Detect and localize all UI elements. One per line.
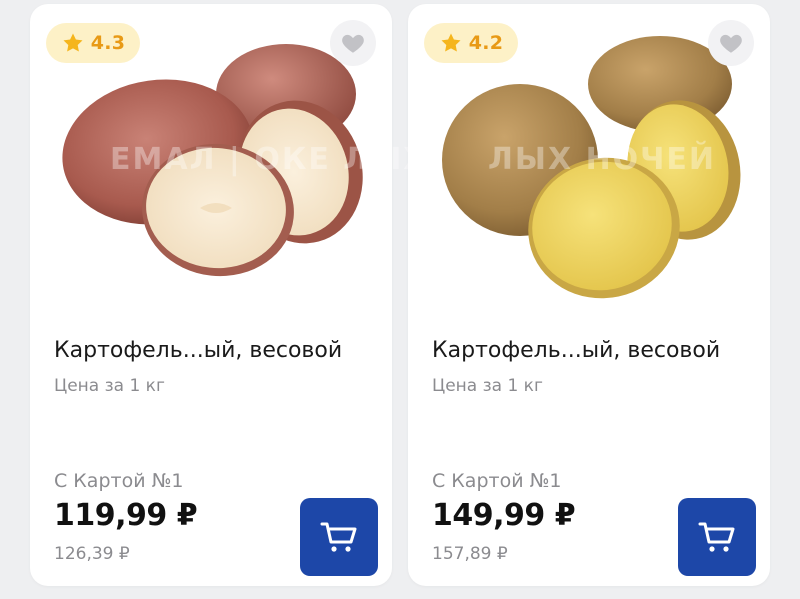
- rating-badge: 4.2: [424, 23, 518, 63]
- star-icon: [441, 33, 461, 52]
- cart-icon: [698, 522, 735, 552]
- loyalty-card-label: С Картой №1: [54, 470, 184, 492]
- product-image-yellow-potatoes[interactable]: [428, 32, 750, 312]
- product-title[interactable]: Картофель...ый, весовой: [432, 338, 752, 363]
- regular-price: 157,89 ₽: [432, 544, 508, 564]
- regular-price: 126,39 ₽: [54, 544, 130, 564]
- add-to-cart-button[interactable]: [678, 498, 756, 576]
- product-card[interactable]: ЛЫХ НОЧЕЙ 4.2 Картофель...ый, весовой Це…: [408, 4, 770, 586]
- price-unit: Цена за 1 кг: [54, 376, 165, 396]
- heart-icon: [720, 34, 742, 53]
- star-icon: [63, 33, 83, 52]
- product-image-red-potatoes[interactable]: [50, 32, 372, 312]
- product-card[interactable]: ЕМАЛ | ОКЕ ЛЫХ НОЧЕЙ 4.3 Картофель...ый,…: [30, 4, 569, 586]
- loyalty-card-label: С Картой №1: [432, 470, 562, 492]
- rating-badge: 4.3: [46, 23, 140, 63]
- cart-icon: [320, 522, 357, 552]
- favorite-button[interactable]: [330, 20, 376, 66]
- product-title[interactable]: Картофель...ый, весовой: [54, 338, 374, 363]
- card-price: 149,99 ₽: [432, 498, 576, 533]
- favorite-button[interactable]: [708, 20, 754, 66]
- add-to-cart-button[interactable]: [300, 498, 378, 576]
- rating-value: 4.3: [90, 32, 126, 54]
- price-unit: Цена за 1 кг: [432, 376, 543, 396]
- card-price: 119,99 ₽: [54, 498, 198, 533]
- rating-value: 4.2: [468, 32, 504, 54]
- heart-icon: [342, 34, 364, 53]
